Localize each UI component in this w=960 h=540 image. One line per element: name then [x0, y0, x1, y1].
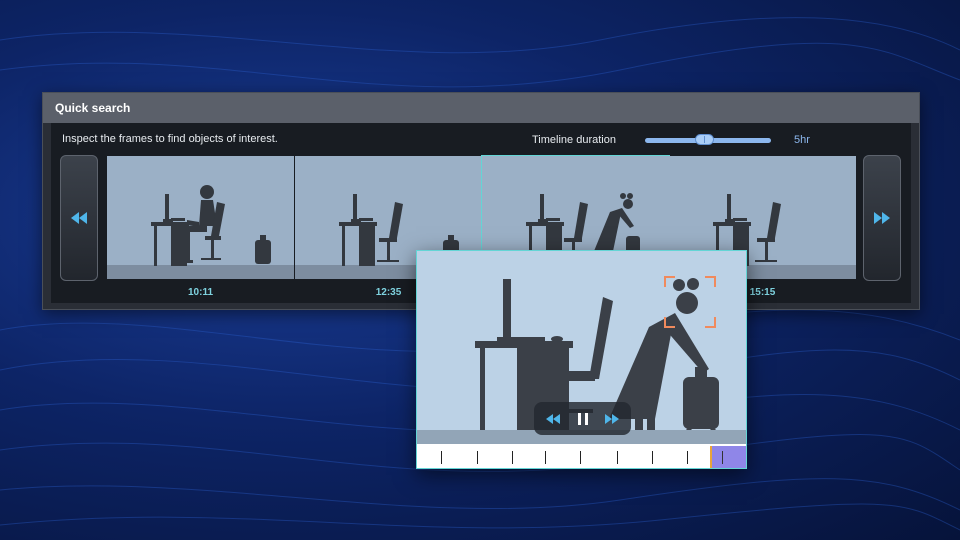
rewind-icon [71, 212, 87, 224]
preview-video[interactable] [417, 251, 746, 444]
timeline-tick [617, 451, 618, 464]
playback-controls [534, 402, 631, 435]
rewind-button[interactable] [542, 408, 564, 430]
timeline-tick [545, 451, 546, 464]
frame-preview-popup [416, 250, 747, 469]
video-frame-1[interactable] [107, 156, 294, 279]
timeline-tick [652, 451, 653, 464]
pause-icon [577, 412, 588, 425]
timeline-tick [687, 451, 688, 464]
fast-forward-button[interactable] [601, 408, 623, 430]
focus-frame-icon [664, 276, 716, 328]
timeline-buffer-region [712, 446, 746, 468]
preview-timeline-scrubber[interactable] [417, 446, 746, 468]
previous-frames-button[interactable] [60, 155, 98, 281]
timeline-duration-value: 5hr [794, 134, 810, 146]
timeline-tick [512, 451, 513, 464]
pause-button[interactable] [572, 408, 594, 430]
fast-forward-icon [605, 413, 620, 424]
fast-forward-icon [874, 212, 890, 224]
timeline-tick [477, 451, 478, 464]
timeline-tick [441, 451, 442, 464]
frame-timestamp-1: 10:11 [187, 287, 214, 298]
next-frames-button[interactable] [863, 155, 901, 281]
timeline-tick [580, 451, 581, 464]
instructions-text: Inspect the frames to find objects of in… [62, 133, 278, 145]
slider-handle[interactable] [695, 134, 714, 145]
timeline-duration-label: Timeline duration [532, 134, 616, 146]
rewind-icon [545, 413, 560, 424]
panel-title: Quick search [43, 93, 919, 123]
